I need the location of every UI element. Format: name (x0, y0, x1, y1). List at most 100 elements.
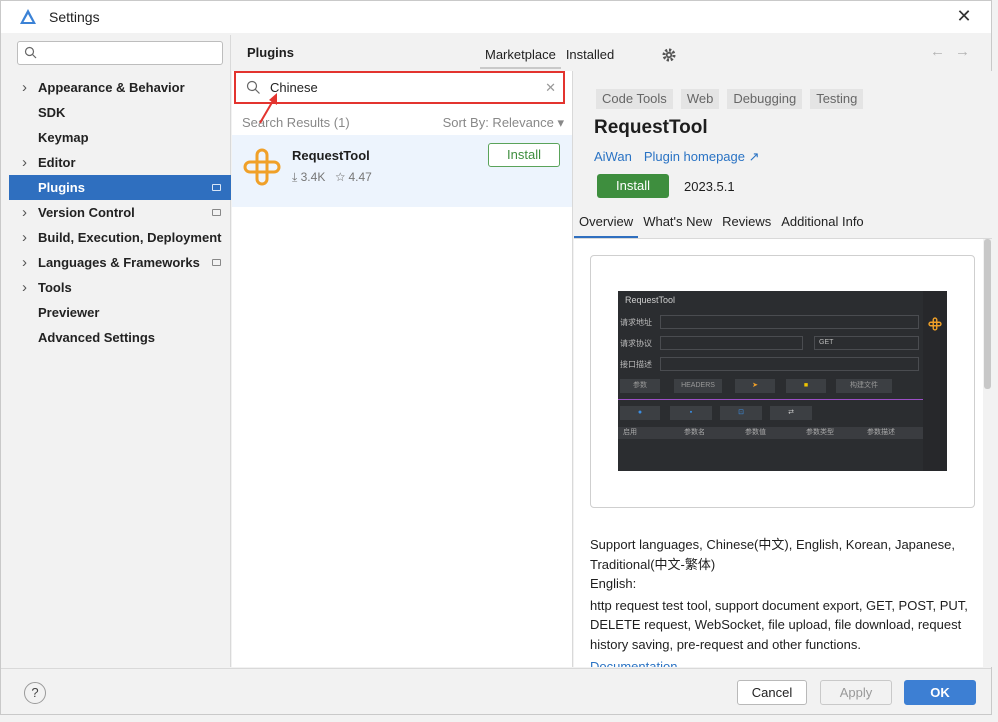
screenshot-col: 参数名 (684, 429, 705, 436)
apply-button[interactable]: Apply (820, 680, 892, 705)
tab-overview[interactable]: Overview (574, 211, 639, 238)
plugin-screenshot: RequestTool 请求地址 请求协议 GET 接口描述 参数 HEADER… (618, 291, 947, 471)
sidebar-item-version-control[interactable]: › Version Control (9, 200, 231, 225)
help-button[interactable]: ? (24, 682, 46, 704)
sidebar-item-advanced-settings[interactable]: Advanced Settings (9, 325, 231, 350)
plugin-version: 2023.5.1 (684, 179, 735, 194)
description-languages: Support languages, Chinese(中文), English,… (590, 537, 955, 572)
screenshot-divider (618, 399, 923, 400)
sidebar-item-sdk[interactable]: SDK (9, 100, 231, 125)
scrollbar-thumb[interactable] (984, 239, 991, 389)
plugin-name: RequestTool (292, 148, 370, 163)
rating: ☆ 4.47 (335, 170, 372, 184)
sidebar-item-editor[interactable]: › Editor (9, 150, 231, 175)
sidebar-item-languages-frameworks[interactable]: › Languages & Frameworks (9, 250, 231, 275)
back-arrow-icon[interactable]: ← (930, 43, 955, 60)
plugin-description: Support languages, Chinese(中文), English,… (590, 535, 982, 667)
screenshot-title: RequestTool (625, 295, 676, 305)
tab-reviews[interactable]: Reviews (717, 211, 776, 238)
sidebar-item-tools[interactable]: › Tools (9, 275, 231, 300)
clear-search-icon[interactable]: ✕ (545, 80, 556, 96)
list-item[interactable]: RequestTool ⤓ 3.4K ☆ 4.47 Install (232, 135, 572, 207)
sidebar-item-label: Plugins (38, 180, 85, 195)
tag-chip[interactable]: Testing (810, 89, 864, 109)
sidebar-item-build-execution-deployment[interactable]: › Build, Execution, Deployment (9, 225, 231, 250)
screenshot-sidebar (923, 291, 947, 471)
description-heading: English: (590, 576, 637, 592)
screenshot-col: 参数值 (745, 429, 766, 436)
sidebar-item-label: Version Control (38, 205, 135, 220)
plugin-logo-icon (243, 148, 281, 186)
close-icon[interactable]: ✕ (953, 6, 975, 27)
install-button[interactable]: Install (488, 143, 560, 167)
plugin-links: AiWan Plugin homepage ↗ (594, 149, 760, 165)
plugin-search-input[interactable]: Chinese ✕ (234, 71, 565, 104)
download-count: ⤓ 3.4K (292, 170, 326, 184)
screenshot-chip: ■ (786, 379, 826, 393)
plugin-detail-panel: Code Tools Web Debugging Testing Request… (574, 71, 992, 667)
screenshot-table-header: 启用 参数名 参数值 参数类型 参数描述 (618, 427, 923, 439)
tab-marketplace[interactable]: Marketplace (480, 41, 561, 69)
vendor-link[interactable]: AiWan (594, 149, 632, 165)
tag-chip[interactable]: Debugging (727, 89, 803, 109)
plugins-tabs: Marketplace Installed (480, 41, 619, 69)
screenshot-label-url: 请求地址 (620, 318, 652, 327)
gear-icon[interactable] (661, 47, 677, 63)
search-icon (246, 80, 260, 94)
sidebar-item-keymap[interactable]: Keymap (9, 125, 231, 150)
screenshot-col: 参数类型 (806, 429, 834, 436)
screenshot-col: 参数描述 (867, 429, 895, 436)
screenshot-chip: ● (620, 406, 660, 420)
tab-installed[interactable]: Installed (561, 41, 619, 69)
detail-tabs: Overview What's New Reviews Additional I… (574, 211, 992, 239)
sidebar-item-label: SDK (38, 105, 66, 120)
title-bar: Settings ✕ (1, 1, 991, 33)
project-level-icon (212, 184, 221, 191)
detail-scrollbar[interactable] (983, 239, 992, 667)
sidebar-item-label: Tools (38, 280, 72, 295)
sidebar-item-label: Build, Execution, Deployment (38, 230, 222, 245)
sidebar-item-label: Keymap (38, 130, 89, 145)
settings-search-input[interactable] (17, 41, 223, 65)
chevron-right-icon[interactable]: › (22, 150, 27, 175)
plugin-detail-title: RequestTool (594, 117, 708, 138)
forward-arrow-icon[interactable]: → (955, 43, 980, 60)
detail-install-button[interactable]: Install (597, 174, 669, 198)
screenshot-col: 启用 (623, 429, 637, 436)
tag-chip[interactable]: Web (680, 89, 720, 109)
screenshot-field (660, 336, 803, 350)
chevron-right-icon[interactable]: › (22, 275, 27, 300)
results-bar: Search Results (1) Sort By: Relevance ▾ (242, 115, 564, 131)
ok-button[interactable]: OK (904, 680, 976, 705)
tag-chip[interactable]: Code Tools (596, 89, 673, 109)
screenshot-field (660, 315, 919, 329)
chevron-right-icon[interactable]: › (22, 75, 27, 100)
sidebar-item-label: Previewer (38, 305, 100, 320)
documentation-link[interactable]: Documentation (590, 657, 982, 667)
sidebar-item-label: Advanced Settings (38, 330, 156, 345)
settings-window: Settings ✕ › Appearance & Behavior SDK Keym… (0, 0, 992, 715)
plugin-results-panel: Chinese ✕ Search Results (1) Sort By: Re… (232, 71, 573, 667)
sort-dropdown[interactable]: Sort By: Relevance ▾ (443, 115, 564, 131)
dialog-footer: ? Cancel Apply OK (1, 668, 991, 714)
overview-content: RequestTool 请求地址 请求协议 GET 接口描述 参数 HEADER… (574, 239, 992, 667)
screenshot-label-protocol: 请求协议 (620, 339, 652, 348)
settings-sidebar: › Appearance & Behavior SDK Keymap › Editor Pl… (9, 35, 231, 667)
screenshot-chip: ⊡ (720, 406, 762, 420)
chevron-right-icon[interactable]: › (22, 225, 27, 250)
homepage-link[interactable]: Plugin homepage ↗ (644, 149, 760, 165)
cancel-button[interactable]: Cancel (737, 680, 807, 705)
screenshot-chip: 构建文件 (836, 379, 892, 393)
tab-additional-info[interactable]: Additional Info (776, 211, 868, 238)
sidebar-item-plugins[interactable]: Plugins (9, 175, 231, 200)
sidebar-item-appearance-behavior[interactable]: › Appearance & Behavior (9, 75, 231, 100)
chevron-right-icon[interactable]: › (22, 250, 27, 275)
tab-whats-new[interactable]: What's New (638, 211, 717, 238)
app-logo-icon (20, 9, 36, 24)
sidebar-item-previewer[interactable]: Previewer (9, 300, 231, 325)
screenshot-method: GET (814, 336, 919, 350)
screenshot-label-desc: 接口描述 (620, 360, 652, 369)
screenshot-chip: ➤ (735, 379, 775, 393)
plugin-logo-icon (928, 317, 942, 331)
chevron-right-icon[interactable]: › (22, 200, 27, 225)
